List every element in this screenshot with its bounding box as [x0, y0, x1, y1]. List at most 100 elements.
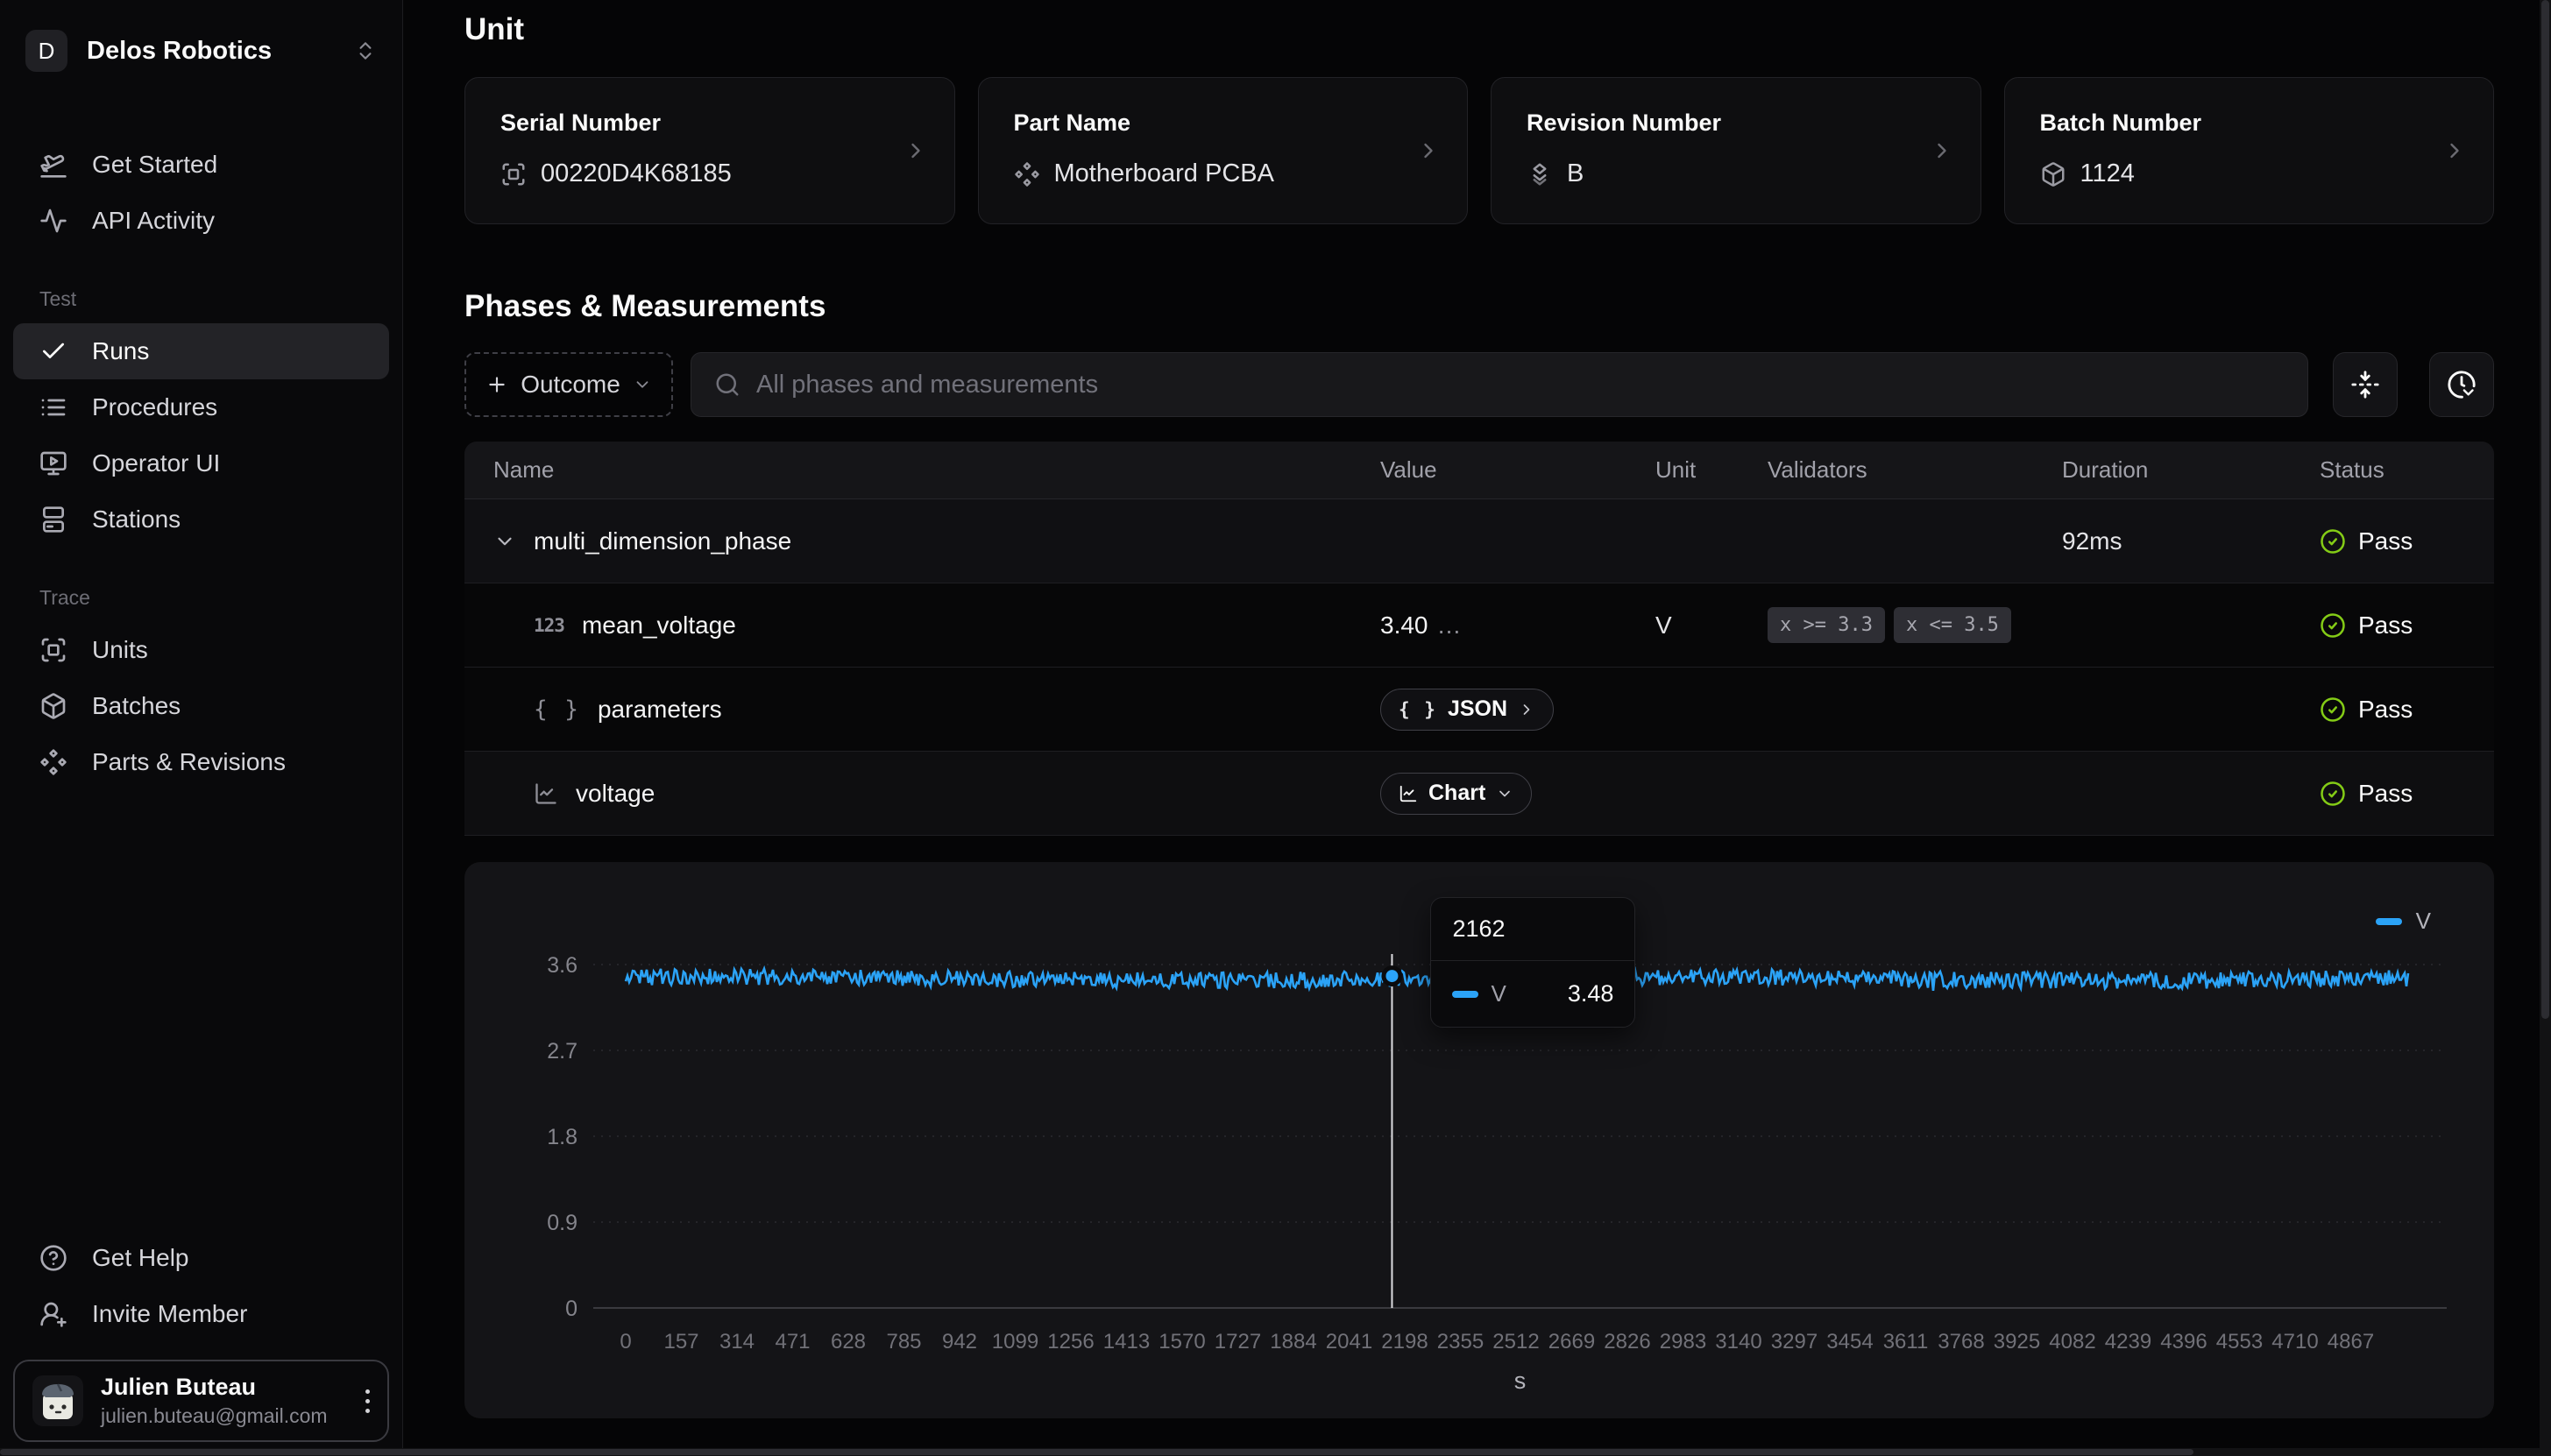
svg-text:0: 0	[565, 1297, 578, 1321]
col-duration: Duration	[2062, 456, 2320, 484]
svg-text:4082: 4082	[2049, 1330, 2095, 1354]
svg-text:3925: 3925	[1994, 1330, 2040, 1354]
server-icon	[39, 505, 67, 534]
svg-text:785: 785	[886, 1330, 921, 1354]
horizontal-scrollbar[interactable]	[0, 1448, 2551, 1456]
org-avatar: D	[25, 30, 67, 72]
unit-card-serial-number[interactable]: Serial Number 00220D4K68185	[464, 77, 955, 224]
voltage-chart-card: 00.91.82.73.6015731447162878594210991256…	[464, 862, 2494, 1418]
pass-check-icon	[2320, 781, 2346, 807]
svg-text:4867: 4867	[2328, 1330, 2374, 1354]
search-input[interactable]	[756, 371, 2285, 399]
clock-arrow-down-icon	[2447, 370, 2477, 399]
check-icon	[39, 337, 67, 365]
sidebar-item-label: Procedures	[92, 393, 217, 421]
legend-series-label: V	[2416, 908, 2431, 935]
svg-text:628: 628	[831, 1330, 866, 1354]
sidebar-item-parts-revisions[interactable]: Parts & Revisions	[13, 734, 389, 790]
measurement-unit: V	[1655, 611, 1768, 640]
svg-text:1099: 1099	[992, 1330, 1038, 1354]
svg-text:3297: 3297	[1771, 1330, 1818, 1354]
pass-check-icon	[2320, 612, 2346, 639]
qr-scan-icon	[39, 636, 67, 664]
svg-text:471: 471	[775, 1330, 810, 1354]
svg-text:2983: 2983	[1660, 1330, 1706, 1354]
svg-text:2512: 2512	[1492, 1330, 1539, 1354]
json-viewer-button[interactable]: { } JSON	[1380, 689, 1554, 731]
vertical-scrollbar[interactable]	[2540, 0, 2551, 1456]
table-row-parameters[interactable]: { } parameters { } JSON Pass	[464, 668, 2494, 752]
svg-text:314: 314	[719, 1330, 755, 1354]
tooltip-series-dash	[1452, 991, 1478, 998]
card-label: Revision Number	[1527, 110, 1945, 137]
card-value: 1124	[2080, 159, 2135, 188]
chevrons-up-down-icon	[354, 39, 377, 62]
diamonds-icon	[1014, 161, 1040, 187]
sidebar-item-batches[interactable]: Batches	[13, 678, 389, 734]
sidebar-item-invite-member[interactable]: Invite Member	[13, 1286, 389, 1342]
sidebar-item-label: Get Help	[92, 1244, 189, 1272]
col-status: Status	[2320, 456, 2465, 484]
col-value: Value	[1380, 456, 1655, 484]
table-row-phase[interactable]: multi_dimension_phase 92ms Pass	[464, 499, 2494, 583]
unit-card-part-name[interactable]: Part Name Motherboard PCBA	[978, 77, 1469, 224]
card-value: B	[1567, 159, 1584, 188]
org-switcher[interactable]: D Delos Robotics	[13, 25, 389, 77]
sidebar-item-label: Invite Member	[92, 1300, 247, 1328]
section-label-trace: Trace	[13, 586, 389, 610]
sidebar-item-stations[interactable]: Stations	[13, 491, 389, 548]
sidebar-item-get-started[interactable]: Get Started	[13, 137, 389, 193]
card-value: 00220D4K68185	[541, 159, 732, 188]
card-value: Motherboard PCBA	[1054, 159, 1274, 188]
svg-text:1884: 1884	[1270, 1330, 1316, 1354]
status-badge: Pass	[2358, 611, 2413, 640]
monitor-play-icon	[39, 449, 67, 477]
measurement-name: mean_voltage	[582, 611, 736, 640]
outcome-filter-button[interactable]: Outcome	[464, 352, 673, 417]
tooltip-x-value: 2162	[1431, 898, 1634, 961]
pill-label: JSON	[1448, 696, 1507, 722]
table-row-mean-voltage[interactable]: 123 mean_voltage 3.40 … V x >= 3.3 x <= …	[464, 583, 2494, 668]
qr-scan-icon	[500, 161, 527, 187]
sidebar-item-operator-ui[interactable]: Operator UI	[13, 435, 389, 491]
kebab-menu-icon[interactable]	[365, 1389, 370, 1413]
sidebar-item-label: Runs	[92, 337, 149, 365]
svg-text:3.6: 3.6	[547, 953, 578, 978]
svg-text:2.7: 2.7	[547, 1039, 578, 1064]
sidebar-item-api-activity[interactable]: API Activity	[13, 193, 389, 249]
collapse-all-button[interactable]	[2333, 352, 2398, 417]
phase-name: multi_dimension_phase	[534, 527, 791, 555]
braces-icon: { }	[1399, 699, 1437, 720]
chart-toggle-button[interactable]: Chart	[1380, 773, 1532, 815]
user-avatar-tofu-mascot	[32, 1375, 83, 1426]
svg-text:1.8: 1.8	[547, 1125, 578, 1149]
table-row-voltage[interactable]: voltage Chart Pass	[464, 752, 2494, 836]
svg-text:2355: 2355	[1437, 1330, 1484, 1354]
sidebar-item-units[interactable]: Units	[13, 622, 389, 678]
card-label: Batch Number	[2040, 110, 2459, 137]
fold-vertical-icon	[2350, 370, 2380, 399]
unit-card-revision-number[interactable]: Revision Number B	[1491, 77, 1981, 224]
status-badge: Pass	[2358, 780, 2413, 808]
layers-icon	[1527, 161, 1553, 187]
sidebar-item-get-help[interactable]: Get Help	[13, 1230, 389, 1286]
filter-row: Outcome	[464, 352, 2494, 417]
card-label: Part Name	[1014, 110, 1433, 137]
chevron-down-icon[interactable]	[493, 530, 516, 553]
history-button[interactable]	[2429, 352, 2494, 417]
numeric-123-icon: 123	[534, 615, 564, 636]
plane-takeoff-icon	[39, 151, 67, 179]
pass-check-icon	[2320, 696, 2346, 723]
user-menu[interactable]: Julien Buteau julien.buteau@gmail.com	[13, 1360, 389, 1442]
main-content: Unit Serial Number 00220D4K68185 Part Na…	[403, 0, 2551, 1456]
measurement-name: parameters	[598, 696, 722, 724]
sidebar-item-procedures[interactable]: Procedures	[13, 379, 389, 435]
tooltip-series-value: 3.48	[1568, 980, 1614, 1007]
sidebar-item-runs[interactable]: Runs	[13, 323, 389, 379]
svg-text:1727: 1727	[1215, 1330, 1261, 1354]
unit-card-batch-number[interactable]: Batch Number 1124	[2004, 77, 2495, 224]
search-bar[interactable]	[691, 352, 2308, 417]
svg-text:3768: 3768	[1938, 1330, 1984, 1354]
svg-text:1413: 1413	[1103, 1330, 1150, 1354]
svg-text:2041: 2041	[1326, 1330, 1372, 1354]
